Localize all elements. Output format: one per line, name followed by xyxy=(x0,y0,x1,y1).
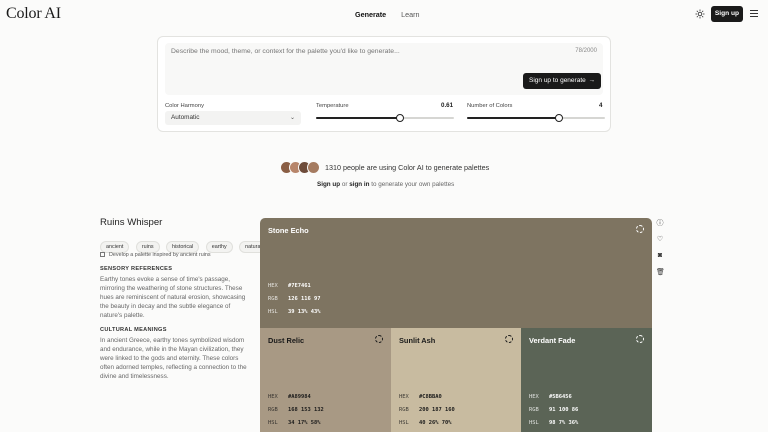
sensory-heading: SENSORY REFERENCES xyxy=(100,266,173,272)
swatch-hex-value: #A89984 xyxy=(288,394,311,400)
signin-link[interactable]: sign in xyxy=(349,181,369,188)
swatch-hsl-label: HSL xyxy=(268,309,278,315)
swatch-rgb-value: 200 187 160 xyxy=(419,407,455,413)
signup-prompt: Sign up or sign in to generate your own … xyxy=(317,181,454,188)
swatch-hsl-row[interactable]: HSL 40 26% 70% xyxy=(399,420,451,426)
loader-icon[interactable] xyxy=(636,335,644,343)
palette-actions: ⓘ ♡ ◙ 🗑 xyxy=(656,220,666,285)
loader-icon[interactable] xyxy=(375,335,383,343)
main-nav: Generate Learn xyxy=(355,10,433,19)
avatar xyxy=(307,161,320,174)
swatch-stone-echo[interactable]: Stone Echo HEX #7E7461 RGB 126 116 97 HSL 39 1… xyxy=(260,218,652,328)
sun-icon[interactable] xyxy=(695,9,705,19)
swatch-name: Stone Echo xyxy=(268,226,309,235)
swatch-rgb-label: RGB xyxy=(399,407,409,413)
swatch-name: Dust Relic xyxy=(268,336,305,345)
swatch-rgb-row[interactable]: RGB 168 153 132 xyxy=(268,407,324,413)
top-bar: Color AI Generate Learn Sign up xyxy=(0,0,768,28)
swatch-hex-label: HEX xyxy=(268,394,278,400)
generate-button[interactable]: Sign up to generate → xyxy=(523,73,601,89)
swatch-hsl-label: HSL xyxy=(399,420,409,426)
prompt-area[interactable]: 78/2000 Sign up to generate → xyxy=(165,43,603,95)
temperature-slider[interactable] xyxy=(316,114,454,122)
swatch-hsl-value: 40 26% 70% xyxy=(419,420,452,426)
trash-icon[interactable]: 🗑 xyxy=(656,269,665,277)
palette-title: Ruins Whisper xyxy=(100,217,163,228)
char-counter: 78/2000 xyxy=(575,48,597,54)
swatch-rgb-label: RGB xyxy=(268,407,278,413)
swatch-rgb-value: 126 116 97 xyxy=(288,296,321,302)
swatch-hsl-row[interactable]: HSL 98 7% 36% xyxy=(529,420,578,426)
cultural-body: In ancient Greece, earthy tones symboliz… xyxy=(100,337,247,381)
swatch-hsl-value: 34 17% 58% xyxy=(288,420,321,426)
swatch-hex-row[interactable]: HEX #A89984 xyxy=(268,394,311,400)
swatch-hsl-row[interactable]: HSL 34 17% 58% xyxy=(268,420,320,426)
info-icon[interactable]: ⓘ xyxy=(656,220,664,228)
prompt-input[interactable] xyxy=(171,48,531,55)
swatch-hsl-label: HSL xyxy=(268,420,278,426)
swatch-hex-row[interactable]: HEX #5B6456 xyxy=(529,394,572,400)
swatch-dust-relic[interactable]: Dust Relic HEX #A89984 RGB 168 153 132 HSL 34 … xyxy=(260,328,391,432)
loader-icon[interactable] xyxy=(636,225,644,233)
swatch-rgb-value: 168 153 132 xyxy=(288,407,324,413)
harmony-label: Color Harmony xyxy=(165,103,204,109)
harmony-value: Automatic xyxy=(171,114,200,121)
swatch-rgb-label: RGB xyxy=(529,407,539,413)
swatch-hsl-value: 39 13% 43% xyxy=(288,309,321,315)
users-count-text: 1310 people are using Color AI to genera… xyxy=(325,163,490,172)
swatch-rgb-row[interactable]: RGB 126 116 97 xyxy=(268,296,320,302)
generate-button-label: Sign up to generate xyxy=(529,77,586,84)
palette-prompt: Develop a palette inspired by ancient ru… xyxy=(100,252,211,258)
heart-icon[interactable]: ♡ xyxy=(656,236,664,244)
swatch-hex-value: #5B6456 xyxy=(549,394,572,400)
camera-icon[interactable]: ◙ xyxy=(656,252,664,260)
swatch-hex-label: HEX xyxy=(399,394,409,400)
harmony-select[interactable]: Automatic ⌄ xyxy=(165,111,301,125)
chevron-down-icon: ⌄ xyxy=(289,115,295,121)
document-icon xyxy=(100,252,105,257)
cultural-heading: CULTURAL MEANINGS xyxy=(100,327,167,333)
swatch-hex-row[interactable]: HEX #7E7461 xyxy=(268,283,311,289)
or-text: or xyxy=(341,181,348,188)
logo[interactable]: Color AI xyxy=(6,5,61,23)
generator-card: 78/2000 Sign up to generate → Color Harm… xyxy=(157,36,611,132)
nav-learn[interactable]: Learn xyxy=(401,10,419,19)
arrow-right-icon: → xyxy=(588,77,596,84)
swatch-name: Verdant Fade xyxy=(529,336,576,345)
swatch-hex-label: HEX xyxy=(268,283,278,289)
temperature-slider-thumb[interactable] xyxy=(396,114,405,122)
nav-generate[interactable]: Generate xyxy=(355,10,386,19)
palette-prompt-text: Develop a palette inspired by ancient ru… xyxy=(109,252,211,258)
num-colors-slider[interactable] xyxy=(467,114,605,122)
swatch-hex-row[interactable]: HEX #C8BBA0 xyxy=(399,394,442,400)
swatch-sunlit-ash[interactable]: Sunlit Ash HEX #C8BBA0 RGB 200 187 160 HSL 40 … xyxy=(391,328,521,432)
swatch-name: Sunlit Ash xyxy=(399,336,436,345)
swatch-rgb-value: 91 100 86 xyxy=(549,407,579,413)
signup-button[interactable]: Sign up xyxy=(711,6,743,22)
temperature-value: 0.61 xyxy=(441,102,454,109)
signup-link[interactable]: Sign up xyxy=(317,181,340,188)
num-colors-slider-fill xyxy=(467,117,560,119)
swatch-hex-value: #7E7461 xyxy=(288,283,311,289)
menu-icon[interactable] xyxy=(750,10,758,18)
swatch-hsl-value: 98 7% 36% xyxy=(549,420,579,426)
signup-suffix: to generate your own palettes xyxy=(371,181,455,188)
loader-icon[interactable] xyxy=(505,335,513,343)
num-colors-slider-thumb[interactable] xyxy=(555,114,564,122)
swatch-hsl-row[interactable]: HSL 39 13% 43% xyxy=(268,309,320,315)
swatch-rgb-row[interactable]: RGB 91 100 86 xyxy=(529,407,578,413)
temperature-label: Temperature xyxy=(316,103,349,109)
swatch-hsl-label: HSL xyxy=(529,420,539,426)
swatch-hex-label: HEX xyxy=(529,394,539,400)
num-colors-label: Number of Colors xyxy=(467,103,513,109)
sensory-body: Earthy tones evoke a sense of time's pas… xyxy=(100,276,246,320)
swatch-verdant-fade[interactable]: Verdant Fade HEX #5B6456 RGB 91 100 86 HSL 98 … xyxy=(521,328,652,432)
temperature-slider-fill xyxy=(316,117,401,119)
swatch-rgb-row[interactable]: RGB 200 187 160 xyxy=(399,407,455,413)
num-colors-value: 4 xyxy=(599,102,603,109)
user-avatars xyxy=(280,161,322,175)
tag-list: ancient ruins historical earthy natural xyxy=(100,235,270,253)
swatch-hex-value: #C8BBA0 xyxy=(419,394,442,400)
swatch-rgb-label: RGB xyxy=(268,296,278,302)
